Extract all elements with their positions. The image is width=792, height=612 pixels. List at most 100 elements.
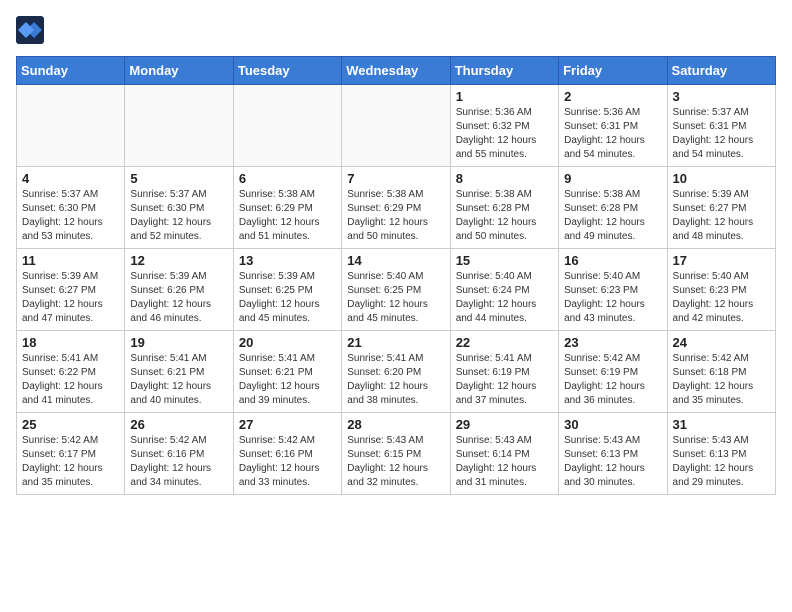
calendar-cell: 6 Sunrise: 5:38 AM Sunset: 6:29 PM Daylig… xyxy=(233,167,341,249)
calendar-cell: 20 Sunrise: 5:41 AM Sunset: 6:21 PM Dayli… xyxy=(233,331,341,413)
weekday-header-monday: Monday xyxy=(125,57,233,85)
day-number: 15 xyxy=(456,253,553,268)
calendar-cell xyxy=(233,85,341,167)
calendar-cell: 27Sunrise: 5:42 AM Sunset: 6:16 PM Dayli… xyxy=(233,413,341,495)
day-info: Sunrise: 5:42 AM Sunset: 6:16 PM Dayligh… xyxy=(130,434,227,490)
day-number: 21 xyxy=(347,335,444,350)
day-info: Sunrise: 5:37 AM Sunset: 6:30 PM Dayligh… xyxy=(130,188,227,244)
day-info: Sunrise: 5:42 AM Sunset: 6:19 PM Dayligh… xyxy=(564,352,661,408)
calendar-cell: 17 Sunrise: 5:40 AM Sunset: 6:23 PM Dayli… xyxy=(667,249,775,331)
calendar-cell: 2 Sunrise: 5:36 AM Sunset: 6:31 PM Daylig… xyxy=(559,85,667,167)
calendar-cell: 16 Sunrise: 5:40 AM Sunset: 6:23 PM Dayli… xyxy=(559,249,667,331)
day-number: 16 xyxy=(564,253,661,268)
calendar-week-row-2: 4 Sunrise: 5:37 AM Sunset: 6:30 PM Daylig… xyxy=(17,167,776,249)
calendar-cell: 25 Sunrise: 5:42 AM Sunset: 6:17 PM Dayli… xyxy=(17,413,125,495)
day-info: Sunrise: 5:39 AM Sunset: 6:26 PM Dayligh… xyxy=(130,270,227,326)
calendar-cell: 31Sunrise: 5:43 AM Sunset: 6:13 PM Dayli… xyxy=(667,413,775,495)
day-number: 26 xyxy=(130,417,227,432)
calendar-week-row-5: 25 Sunrise: 5:42 AM Sunset: 6:17 PM Dayli… xyxy=(17,413,776,495)
day-number: 23 xyxy=(564,335,661,350)
calendar-cell: 15 Sunrise: 5:40 AM Sunset: 6:24 PM Dayli… xyxy=(450,249,558,331)
day-info: Sunrise: 5:38 AM Sunset: 6:29 PM Dayligh… xyxy=(347,188,444,244)
day-number: 1 xyxy=(456,89,553,104)
calendar-week-row-3: 11Sunrise: 5:39 AM Sunset: 6:27 PM Dayli… xyxy=(17,249,776,331)
weekday-header-saturday: Saturday xyxy=(667,57,775,85)
calendar-cell: 4 Sunrise: 5:37 AM Sunset: 6:30 PM Daylig… xyxy=(17,167,125,249)
day-number: 24 xyxy=(673,335,770,350)
day-info: Sunrise: 5:40 AM Sunset: 6:25 PM Dayligh… xyxy=(347,270,444,326)
day-number: 5 xyxy=(130,171,227,186)
header xyxy=(16,16,776,44)
calendar-cell: 5 Sunrise: 5:37 AM Sunset: 6:30 PM Daylig… xyxy=(125,167,233,249)
calendar-cell: 13 Sunrise: 5:39 AM Sunset: 6:25 PM Dayli… xyxy=(233,249,341,331)
day-info: Sunrise: 5:41 AM Sunset: 6:20 PM Dayligh… xyxy=(347,352,444,408)
day-number: 7 xyxy=(347,171,444,186)
logo xyxy=(16,16,48,44)
calendar-cell: 14 Sunrise: 5:40 AM Sunset: 6:25 PM Dayli… xyxy=(342,249,450,331)
calendar-cell: 29 Sunrise: 5:43 AM Sunset: 6:14 PM Dayli… xyxy=(450,413,558,495)
weekday-header-tuesday: Tuesday xyxy=(233,57,341,85)
calendar-cell: 11Sunrise: 5:39 AM Sunset: 6:27 PM Dayli… xyxy=(17,249,125,331)
day-info: Sunrise: 5:42 AM Sunset: 6:17 PM Dayligh… xyxy=(22,434,119,490)
day-info: Sunrise: 5:38 AM Sunset: 6:28 PM Dayligh… xyxy=(564,188,661,244)
day-info: Sunrise: 5:38 AM Sunset: 6:28 PM Dayligh… xyxy=(456,188,553,244)
calendar-cell: 19 Sunrise: 5:41 AM Sunset: 6:21 PM Dayli… xyxy=(125,331,233,413)
day-number: 17 xyxy=(673,253,770,268)
day-info: Sunrise: 5:41 AM Sunset: 6:21 PM Dayligh… xyxy=(130,352,227,408)
day-info: Sunrise: 5:40 AM Sunset: 6:23 PM Dayligh… xyxy=(673,270,770,326)
day-number: 19 xyxy=(130,335,227,350)
day-number: 29 xyxy=(456,417,553,432)
day-info: Sunrise: 5:39 AM Sunset: 6:27 PM Dayligh… xyxy=(673,188,770,244)
calendar-cell: 12 Sunrise: 5:39 AM Sunset: 6:26 PM Dayli… xyxy=(125,249,233,331)
day-number: 13 xyxy=(239,253,336,268)
day-info: Sunrise: 5:39 AM Sunset: 6:25 PM Dayligh… xyxy=(239,270,336,326)
calendar-cell: 30Sunrise: 5:43 AM Sunset: 6:13 PM Dayli… xyxy=(559,413,667,495)
day-number: 8 xyxy=(456,171,553,186)
day-number: 9 xyxy=(564,171,661,186)
day-info: Sunrise: 5:41 AM Sunset: 6:21 PM Dayligh… xyxy=(239,352,336,408)
day-info: Sunrise: 5:37 AM Sunset: 6:31 PM Dayligh… xyxy=(673,106,770,162)
calendar-cell: 18 Sunrise: 5:41 AM Sunset: 6:22 PM Dayli… xyxy=(17,331,125,413)
calendar-cell: 9 Sunrise: 5:38 AM Sunset: 6:28 PM Daylig… xyxy=(559,167,667,249)
weekday-header-wednesday: Wednesday xyxy=(342,57,450,85)
day-info: Sunrise: 5:36 AM Sunset: 6:32 PM Dayligh… xyxy=(456,106,553,162)
calendar-cell: 22Sunrise: 5:41 AM Sunset: 6:19 PM Dayli… xyxy=(450,331,558,413)
day-number: 6 xyxy=(239,171,336,186)
calendar-week-row-1: 1 Sunrise: 5:36 AM Sunset: 6:32 PM Daylig… xyxy=(17,85,776,167)
calendar-cell: 23 Sunrise: 5:42 AM Sunset: 6:19 PM Dayli… xyxy=(559,331,667,413)
calendar-cell: 7 Sunrise: 5:38 AM Sunset: 6:29 PM Daylig… xyxy=(342,167,450,249)
weekday-header-thursday: Thursday xyxy=(450,57,558,85)
calendar-cell: 3Sunrise: 5:37 AM Sunset: 6:31 PM Daylig… xyxy=(667,85,775,167)
day-info: Sunrise: 5:41 AM Sunset: 6:22 PM Dayligh… xyxy=(22,352,119,408)
day-number: 28 xyxy=(347,417,444,432)
day-info: Sunrise: 5:43 AM Sunset: 6:15 PM Dayligh… xyxy=(347,434,444,490)
day-number: 12 xyxy=(130,253,227,268)
day-number: 25 xyxy=(22,417,119,432)
day-info: Sunrise: 5:42 AM Sunset: 6:18 PM Dayligh… xyxy=(673,352,770,408)
calendar-cell: 8 Sunrise: 5:38 AM Sunset: 6:28 PM Daylig… xyxy=(450,167,558,249)
day-number: 10 xyxy=(673,171,770,186)
calendar-cell: 10 Sunrise: 5:39 AM Sunset: 6:27 PM Dayli… xyxy=(667,167,775,249)
day-number: 31 xyxy=(673,417,770,432)
day-info: Sunrise: 5:37 AM Sunset: 6:30 PM Dayligh… xyxy=(22,188,119,244)
day-number: 18 xyxy=(22,335,119,350)
day-number: 4 xyxy=(22,171,119,186)
day-info: Sunrise: 5:36 AM Sunset: 6:31 PM Dayligh… xyxy=(564,106,661,162)
day-info: Sunrise: 5:43 AM Sunset: 6:14 PM Dayligh… xyxy=(456,434,553,490)
day-number: 14 xyxy=(347,253,444,268)
calendar-cell: 26 Sunrise: 5:42 AM Sunset: 6:16 PM Dayli… xyxy=(125,413,233,495)
day-info: Sunrise: 5:40 AM Sunset: 6:24 PM Dayligh… xyxy=(456,270,553,326)
calendar-cell xyxy=(17,85,125,167)
calendar-cell xyxy=(125,85,233,167)
day-number: 2 xyxy=(564,89,661,104)
day-number: 11 xyxy=(22,253,119,268)
calendar: SundayMondayTuesdayWednesdayThursdayFrid… xyxy=(16,56,776,495)
day-info: Sunrise: 5:40 AM Sunset: 6:23 PM Dayligh… xyxy=(564,270,661,326)
calendar-cell: 21 Sunrise: 5:41 AM Sunset: 6:20 PM Dayli… xyxy=(342,331,450,413)
weekday-header-row: SundayMondayTuesdayWednesdayThursdayFrid… xyxy=(17,57,776,85)
day-number: 27 xyxy=(239,417,336,432)
calendar-cell: 24 Sunrise: 5:42 AM Sunset: 6:18 PM Dayli… xyxy=(667,331,775,413)
day-number: 20 xyxy=(239,335,336,350)
calendar-week-row-4: 18 Sunrise: 5:41 AM Sunset: 6:22 PM Dayli… xyxy=(17,331,776,413)
day-info: Sunrise: 5:38 AM Sunset: 6:29 PM Dayligh… xyxy=(239,188,336,244)
